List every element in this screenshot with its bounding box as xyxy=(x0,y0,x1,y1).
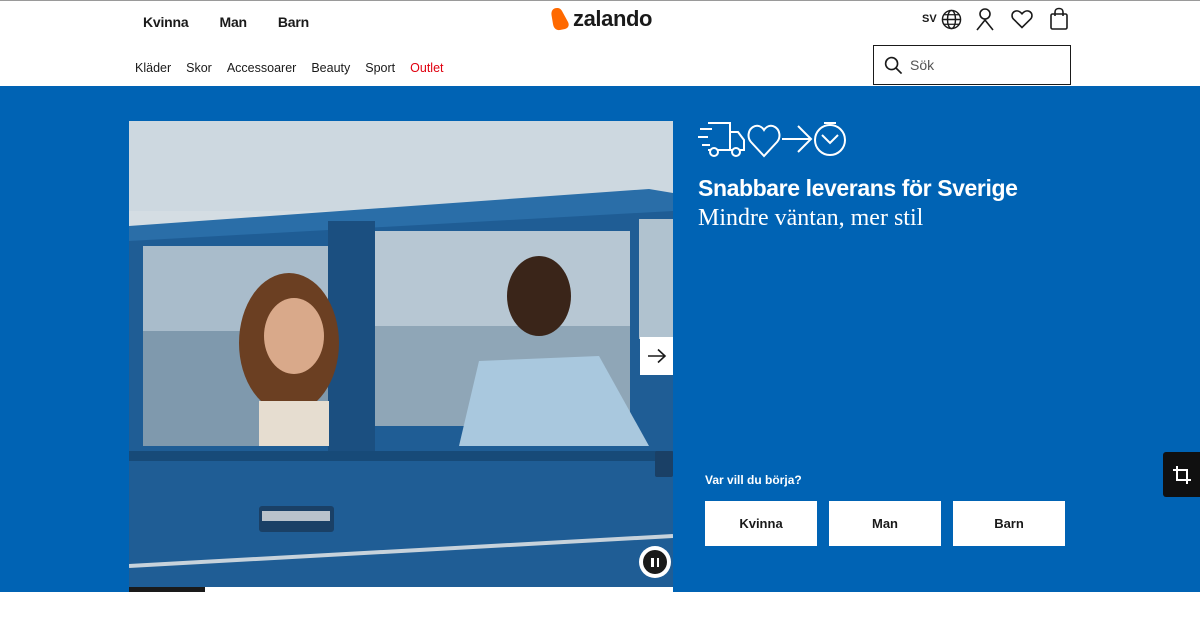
category-nav: Kläder Skor Accessoarer Beauty Sport Out… xyxy=(135,61,459,75)
search-icon xyxy=(884,56,903,74)
search-box[interactable] xyxy=(873,45,1071,85)
side-crop-tool-button[interactable] xyxy=(1163,452,1200,497)
start-kvinna-button[interactable]: Kvinna xyxy=(705,501,817,546)
wishlist-button[interactable] xyxy=(1011,6,1033,32)
bag-icon xyxy=(1050,7,1068,30)
hero-banner: Snabbare leverans för Sverige Mindre vän… xyxy=(0,86,1200,592)
user-icon xyxy=(976,8,994,31)
gender-tab-man[interactable]: Man xyxy=(219,14,247,30)
language-code: SV xyxy=(922,13,937,25)
pause-icon xyxy=(643,550,667,574)
hero-photo[interactable] xyxy=(129,121,673,587)
promo-subtitle: Mindre väntan, mer stil xyxy=(698,205,924,231)
cart-button[interactable] xyxy=(1049,6,1069,32)
category-klader[interactable]: Kläder xyxy=(135,61,171,75)
gender-nav: Kvinna Man Barn xyxy=(143,14,340,30)
category-sport[interactable]: Sport xyxy=(365,61,395,75)
carousel-next-button[interactable] xyxy=(640,337,673,375)
crop-icon xyxy=(1172,465,1191,484)
category-beauty[interactable]: Beauty xyxy=(311,61,350,75)
start-man-button[interactable]: Man xyxy=(829,501,941,546)
carousel-pause-button[interactable] xyxy=(639,546,671,578)
car-photo-illustration xyxy=(129,121,673,587)
promo-title: Snabbare leverans för Sverige xyxy=(698,175,1018,201)
gender-tab-barn[interactable]: Barn xyxy=(278,14,309,30)
carousel-progress xyxy=(129,587,673,592)
start-question: Var vill du börja? xyxy=(705,473,802,487)
carousel-progress-fill xyxy=(129,587,206,592)
next-arrow-icon xyxy=(647,348,666,364)
gender-tab-kvinna[interactable]: Kvinna xyxy=(143,14,189,30)
delivery-truck-icon xyxy=(698,122,745,157)
heart-icon xyxy=(1011,10,1033,29)
logo-text: zalando xyxy=(573,6,653,31)
category-outlet[interactable]: Outlet xyxy=(410,61,443,75)
account-button[interactable] xyxy=(975,6,995,32)
top-border xyxy=(0,0,1200,1)
promo-icon-row xyxy=(698,122,846,158)
search-input[interactable] xyxy=(910,57,1060,73)
language-selector[interactable]: SV xyxy=(922,6,962,32)
arrow-right-icon xyxy=(782,125,813,153)
start-barn-button[interactable]: Barn xyxy=(953,501,1065,546)
globe-icon xyxy=(941,9,961,29)
heart-icon xyxy=(747,124,781,158)
zalando-mark-icon xyxy=(551,8,569,31)
clock-icon xyxy=(814,122,846,156)
zalando-logo[interactable]: zalando xyxy=(550,6,653,32)
category-skor[interactable]: Skor xyxy=(186,61,212,75)
category-accessoarer[interactable]: Accessoarer xyxy=(227,61,296,75)
